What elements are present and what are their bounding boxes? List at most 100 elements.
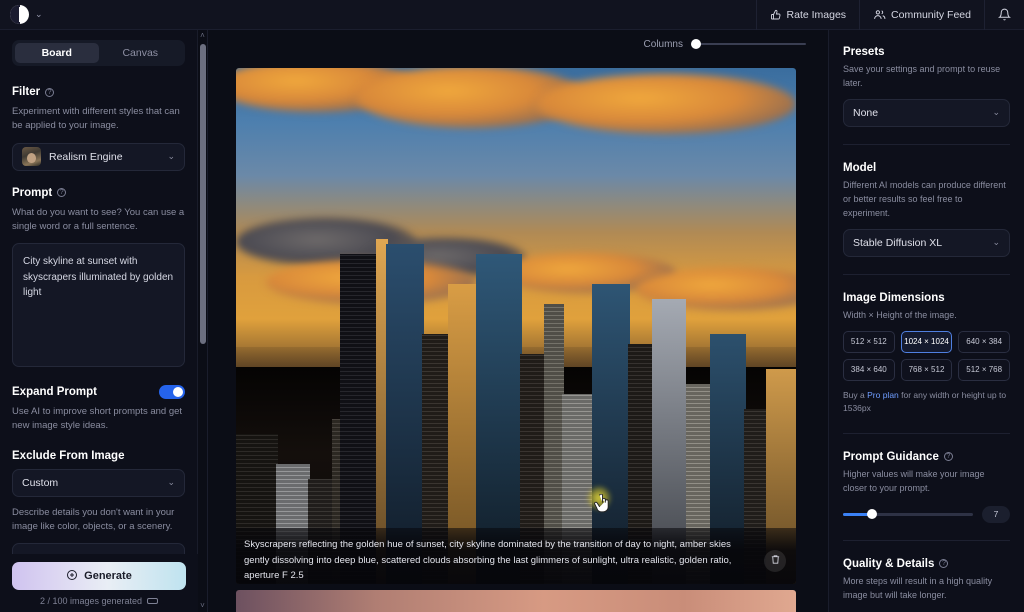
presets-description: Save your settings and prompt to reuse l…: [843, 64, 1001, 88]
chevron-down-icon: ⌄: [992, 237, 1000, 248]
top-bar: ⌄ Rate Images Community Feed: [0, 0, 1024, 30]
divider: [843, 432, 1010, 434]
generation-counter-text: 2 / 100 images generated: [39, 596, 143, 606]
image-dimensions-title: Image Dimensions: [843, 291, 945, 304]
filter-section-title: Filter ?: [12, 86, 185, 98]
generation-counter: 2 / 100 images generated: [12, 596, 186, 606]
expand-prompt-row: Expand Prompt: [12, 385, 185, 399]
scroll-down-icon[interactable]: ˅: [198, 600, 207, 612]
info-icon[interactable]: ?: [939, 559, 949, 569]
community-feed-button[interactable]: Community Feed: [859, 0, 984, 30]
info-icon[interactable]: ?: [57, 188, 67, 197]
board-canvas-tabs: Board Canvas: [12, 40, 185, 66]
presets-select[interactable]: None ⌄: [843, 98, 1010, 127]
left-sidebar-scroll-content: Board Canvas Filter ? Experiment with di…: [0, 30, 197, 612]
filter-description: Experiment with different styles that ca…: [12, 106, 180, 132]
model-selected-label: Stable Diffusion XL: [853, 236, 943, 249]
info-icon[interactable]: ?: [45, 87, 55, 97]
presets-selected-label: None: [853, 106, 879, 119]
filter-thumbnail-icon: [22, 147, 41, 166]
image-caption: Skyscrapers reflecting the golden hue of…: [236, 528, 796, 584]
chevron-down-icon: ⌄: [167, 477, 175, 487]
dimension-option-384x640[interactable]: 384 × 640: [843, 358, 895, 381]
tab-canvas[interactable]: Canvas: [99, 43, 183, 63]
tab-board[interactable]: Board: [15, 43, 99, 63]
scrollbar-thumb[interactable]: [200, 44, 206, 344]
expand-prompt-label: Expand Prompt: [12, 386, 97, 398]
exclude-selected-label: Custom: [22, 476, 59, 489]
image-dimensions-options: 512 × 512 1024 × 1024 640 × 384 384 × 64…: [843, 330, 1010, 381]
model-title: Model: [843, 161, 877, 174]
columns-slider-track: [691, 43, 806, 45]
model-select[interactable]: Stable Diffusion XL ⌄: [843, 228, 1010, 257]
rate-images-button[interactable]: Rate Images: [755, 0, 860, 30]
people-icon: [873, 8, 886, 21]
left-sidebar: Board Canvas Filter ? Experiment with di…: [0, 30, 208, 612]
filter-select[interactable]: Realism Engine ⌄: [12, 142, 185, 171]
expand-prompt-description: Use AI to improve short prompts and get …: [12, 406, 183, 432]
model-description: Different AI models can produce differen…: [843, 179, 1006, 218]
rate-images-label: Rate Images: [786, 8, 847, 21]
generated-image: [236, 68, 796, 584]
next-generated-image-card[interactable]: [236, 590, 796, 612]
app-logo-icon: [10, 5, 29, 24]
quality-details-title-text: Quality & Details: [843, 557, 935, 570]
divider: [843, 539, 1010, 541]
prompt-guidance-title: Prompt Guidance ?: [843, 451, 1010, 463]
prompt-guidance-slider-row: 7: [843, 505, 1010, 523]
expand-prompt-toggle[interactable]: [159, 385, 185, 399]
generated-image-card[interactable]: Skyscrapers reflecting the golden hue of…: [236, 68, 796, 584]
chevron-down-icon[interactable]: ⌄: [35, 10, 43, 19]
quality-details-description: More steps will result in a high quality…: [843, 575, 993, 600]
columns-slider-knob[interactable]: [691, 39, 701, 49]
prompt-description: What do you want to see? You can use a s…: [12, 206, 185, 232]
bell-icon: [998, 8, 1011, 21]
generate-footer: Generate 2 / 100 images generated: [0, 554, 198, 612]
board-area: Columns Skyscrapers reflecting the golde…: [208, 30, 828, 612]
logo-menu[interactable]: ⌄: [0, 5, 43, 24]
exclude-select[interactable]: Custom ⌄: [12, 468, 185, 497]
generate-button[interactable]: Generate: [12, 562, 186, 590]
prompt-input[interactable]: City skyline at sunset with skyscrapers …: [12, 243, 185, 367]
chevron-down-icon: ⌄: [992, 107, 1000, 118]
prompt-guidance-knob[interactable]: [866, 509, 877, 520]
prompt-guidance-slider[interactable]: [843, 508, 973, 520]
plus-circle-icon: [66, 569, 78, 584]
trash-icon: [770, 552, 781, 570]
info-icon[interactable]: ?: [943, 452, 953, 462]
presets-title: Presets: [843, 46, 885, 58]
prompt-title-text: Prompt: [12, 186, 53, 199]
dimension-option-512x512[interactable]: 512 × 512: [843, 330, 895, 353]
pro-plan-note: Buy a Pro plan for any width or height u…: [843, 389, 1010, 416]
app-root: ⌄ Rate Images Community Feed Board Canva…: [0, 0, 1024, 612]
prompt-guidance-title-text: Prompt Guidance: [843, 450, 939, 463]
delete-image-button[interactable]: [764, 550, 786, 572]
filter-title-text: Filter: [12, 86, 41, 98]
pro-plan-link[interactable]: Pro plan: [867, 390, 899, 400]
exclude-description: Describe details you don't want in your …: [12, 506, 175, 532]
cloud: [536, 74, 796, 134]
left-sidebar-scrollbar[interactable]: ˄ ˅: [197, 30, 207, 612]
exclude-section-title: Exclude From Image: [12, 449, 125, 462]
columns-slider[interactable]: [691, 38, 806, 50]
dimension-option-640x384[interactable]: 640 × 384: [958, 330, 1010, 353]
prompt-section-title: Prompt ?: [12, 187, 185, 199]
prompt-guidance-description: Higher values will make your image close…: [843, 468, 985, 493]
chevron-down-icon: ⌄: [167, 151, 175, 161]
quality-details-title: Quality & Details ?: [843, 558, 1010, 570]
top-bar-actions: Rate Images Community Feed: [755, 0, 1024, 30]
notifications-button[interactable]: [984, 0, 1024, 30]
dimension-option-1024x1024[interactable]: 1024 × 1024: [900, 330, 953, 353]
dimension-option-768x512[interactable]: 768 × 512: [900, 358, 953, 381]
columns-control: Columns: [208, 30, 828, 58]
keyboard-shortcut-icon: [147, 598, 159, 604]
divider: [843, 273, 1010, 275]
pro-note-prefix: Buy a: [843, 389, 868, 400]
dimension-option-512x768[interactable]: 512 × 768: [958, 358, 1010, 381]
filter-selected-label: Realism Engine: [49, 150, 123, 163]
divider: [843, 143, 1010, 145]
scroll-up-icon[interactable]: ˄: [198, 30, 207, 42]
prompt-guidance-value: 7: [982, 505, 1010, 523]
image-dimensions-description: Width × Height of the image.: [843, 309, 957, 320]
thumbs-up-icon: [770, 9, 782, 21]
